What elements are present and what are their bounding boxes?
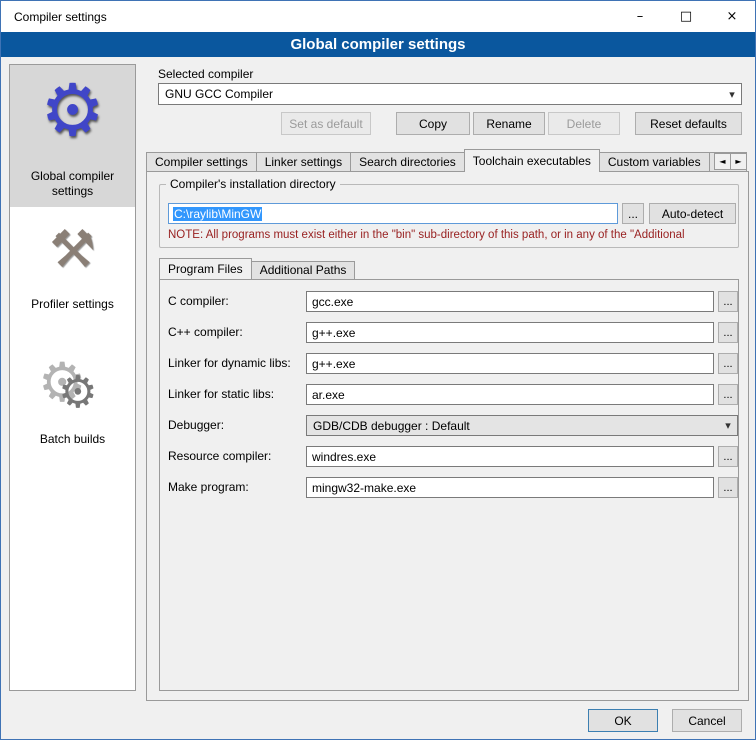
cpp-compiler-label: C++ compiler:: [168, 325, 243, 339]
chevron-down-icon: ▾: [723, 88, 741, 101]
c-compiler-browse-button[interactable]: ...: [718, 291, 738, 312]
toolchain-executables-panel: Compiler's installation directory C:\ray…: [146, 171, 749, 701]
installation-directory-group-title: Compiler's installation directory: [166, 177, 340, 191]
minimize-button[interactable]: –: [617, 1, 663, 32]
resource-compiler-browse-button[interactable]: ...: [718, 446, 738, 467]
batch-builds-gears-icon: ⚙⚙: [14, 352, 131, 428]
linker-dynamic-label: Linker for dynamic libs:: [168, 356, 291, 370]
dialog-header: Global compiler settings: [1, 32, 755, 57]
linker-dynamic-input[interactable]: [306, 353, 714, 374]
debugger-value: GDB/CDB debugger : Default: [313, 419, 470, 433]
c-compiler-label: C compiler:: [168, 294, 229, 308]
tab-program-files[interactable]: Program Files: [159, 258, 252, 279]
copy-button[interactable]: Copy: [396, 112, 470, 135]
compiler-settings-dialog: Compiler settings – □ × Global compiler …: [0, 0, 756, 740]
linker-static-input[interactable]: [306, 384, 714, 405]
close-button[interactable]: ×: [709, 1, 755, 32]
installation-directory-groupbox: Compiler's installation directory C:\ray…: [159, 184, 739, 248]
settings-category-sidebar: ⚙ Global compiler settings ⚒ Profiler se…: [9, 64, 136, 691]
delete-button[interactable]: Delete: [548, 112, 620, 135]
cpp-compiler-input[interactable]: [306, 322, 714, 343]
program-files-tab-strip: Program Files Additional Paths: [159, 258, 354, 279]
sidebar-item-batch-builds[interactable]: ⚙⚙ Batch builds: [10, 320, 135, 455]
window-title: Compiler settings: [1, 10, 107, 24]
dialog-header-title: Global compiler settings: [290, 36, 465, 53]
tab-linker-settings[interactable]: Linker settings: [256, 152, 351, 172]
linker-static-browse-button[interactable]: ...: [718, 384, 738, 405]
auto-detect-button[interactable]: Auto-detect: [649, 203, 736, 224]
sidebar-item-profiler-settings[interactable]: ⚒ Profiler settings: [10, 207, 135, 320]
make-program-input[interactable]: [306, 477, 714, 498]
rename-button[interactable]: Rename: [473, 112, 545, 135]
debugger-dropdown[interactable]: GDB/CDB debugger : Default ▾: [306, 415, 738, 436]
settings-tab-strip: Compiler settings Linker settings Search…: [146, 149, 749, 172]
tab-scroll-left-icon[interactable]: ◄: [714, 153, 731, 170]
linker-dynamic-browse-button[interactable]: ...: [718, 353, 738, 374]
tab-toolchain-executables[interactable]: Toolchain executables: [464, 149, 600, 172]
sidebar-item-label: Global compiler settings: [14, 169, 131, 199]
tab-scroll-buttons: ◄ ►: [715, 153, 747, 170]
resource-compiler-label: Resource compiler:: [168, 449, 271, 463]
chevron-down-icon: ▾: [719, 419, 737, 432]
set-as-default-button[interactable]: Set as default: [281, 112, 371, 135]
profiler-tool-icon: ⚒: [14, 221, 131, 293]
selected-compiler-label: Selected compiler: [158, 67, 253, 81]
sidebar-item-global-compiler-settings[interactable]: ⚙ Global compiler settings: [10, 65, 135, 207]
program-files-panel: C compiler: ... C++ compiler: ... Linker…: [159, 279, 739, 691]
window-controls: – □ ×: [617, 1, 755, 32]
debugger-label: Debugger:: [168, 418, 224, 432]
bin-subdirectory-note: NOTE: All programs must exist either in …: [168, 229, 736, 241]
reset-defaults-button[interactable]: Reset defaults: [635, 112, 742, 135]
installation-directory-browse-button[interactable]: ...: [622, 203, 644, 224]
selected-compiler-dropdown[interactable]: GNU GCC Compiler ▾: [158, 83, 742, 105]
tab-additional-paths[interactable]: Additional Paths: [251, 261, 356, 279]
cpp-compiler-browse-button[interactable]: ...: [718, 322, 738, 343]
maximize-button[interactable]: □: [663, 1, 709, 32]
ok-button[interactable]: OK: [588, 709, 658, 732]
sidebar-item-label: Profiler settings: [14, 297, 131, 312]
installation-directory-value: C:\raylib\MinGW: [173, 207, 262, 221]
tab-search-directories[interactable]: Search directories: [350, 152, 465, 172]
title-bar[interactable]: Compiler settings – □ ×: [1, 1, 755, 32]
tab-compiler-settings[interactable]: Compiler settings: [146, 152, 257, 172]
sidebar-item-label: Batch builds: [14, 432, 131, 447]
make-program-browse-button[interactable]: ...: [718, 477, 738, 498]
resource-compiler-input[interactable]: [306, 446, 714, 467]
tab-custom-variables[interactable]: Custom variables: [599, 152, 710, 172]
c-compiler-input[interactable]: [306, 291, 714, 312]
tab-scroll-right-icon[interactable]: ►: [730, 153, 747, 170]
linker-static-label: Linker for static libs:: [168, 387, 274, 401]
selected-compiler-value: GNU GCC Compiler: [165, 87, 273, 101]
make-program-label: Make program:: [168, 480, 249, 494]
global-compiler-gear-icon: ⚙: [14, 69, 131, 165]
installation-directory-input[interactable]: C:\raylib\MinGW: [168, 203, 618, 224]
cancel-button[interactable]: Cancel: [672, 709, 742, 732]
